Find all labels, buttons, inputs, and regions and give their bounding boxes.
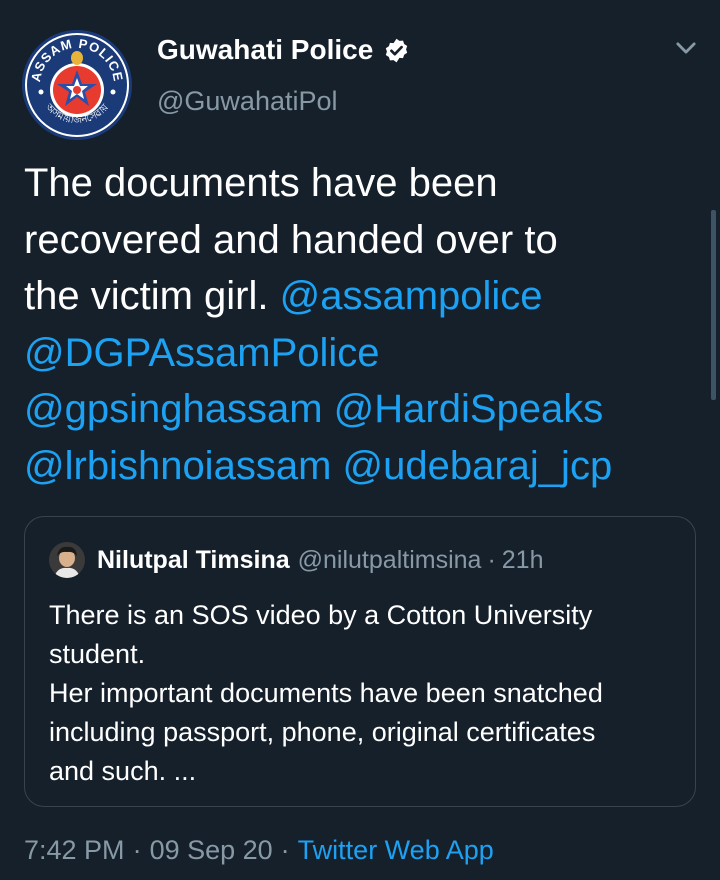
quoted-text-line: Her important documents have been snatch…: [49, 678, 603, 708]
scrollbar[interactable]: [711, 210, 716, 400]
author-handle[interactable]: @GuwahatiPol: [157, 86, 338, 117]
tweet-line: The documents have been: [24, 155, 704, 212]
mention-link[interactable]: @HardiSpeaks: [334, 387, 604, 431]
tweet-line: @gpsinghassam @HardiSpeaks: [24, 381, 704, 438]
quoted-text-line: There is an SOS video by a Cotton Univer…: [49, 600, 593, 630]
tweet-time[interactable]: 7:42 PM: [24, 835, 125, 866]
mention-link[interactable]: @udebaraj_jcp: [343, 444, 613, 488]
mention-link[interactable]: @lrbishnoiassam: [24, 444, 331, 488]
tweet-line: @DGPAssamPolice: [24, 325, 704, 382]
quoted-author-name[interactable]: Nilutpal Timsina: [97, 546, 290, 575]
quoted-tweet-header: Nilutpal Timsina @nilutpaltimsina · 21h: [49, 541, 543, 579]
mention-link[interactable]: @gpsinghassam: [24, 387, 323, 431]
mention-link[interactable]: @DGPAssamPolice: [24, 331, 380, 375]
tweet-date[interactable]: 09 Sep 20: [150, 835, 273, 866]
tweet-text-segment: The documents have been: [24, 161, 498, 205]
separator-dot: ·: [132, 834, 142, 865]
mention-link[interactable]: @assampolice: [280, 274, 543, 318]
assam-police-emblem-icon: ASSAM POLICE অসমীয়াজনসেৱায়: [22, 30, 132, 140]
verified-badge-icon: [383, 37, 410, 64]
tweet-text: The documents have been recovered and ha…: [24, 155, 704, 494]
quoted-tweet-time[interactable]: 21h: [502, 546, 544, 575]
tweet-line: recovered and handed over to: [24, 212, 704, 269]
quoted-text-line: student.: [49, 639, 146, 669]
author-name-row: Guwahati Police: [157, 32, 410, 68]
quoted-text-line: and such. ...: [49, 756, 197, 786]
tweet-text-segment: the victim girl.: [24, 274, 269, 318]
separator-dot: ·: [280, 834, 290, 865]
chevron-down-icon[interactable]: [672, 34, 700, 62]
quoted-tweet-card[interactable]: Nilutpal Timsina @nilutpaltimsina · 21h …: [24, 516, 696, 807]
tweet-text-segment: recovered and handed over to: [24, 217, 558, 262]
author-avatar[interactable]: ASSAM POLICE অসমীয়াজনসেৱায়: [22, 30, 132, 140]
tweet-line: the victim girl. @assampolice: [24, 268, 704, 325]
quoted-author-avatar: [49, 542, 85, 578]
separator-dot: ·: [487, 545, 496, 574]
tweet-meta: 7:42 PM · 09 Sep 20 · Twitter Web App: [24, 833, 494, 867]
quoted-text-line: including passport, phone, original cert…: [49, 717, 596, 747]
quoted-tweet-text: There is an SOS video by a Cotton Univer…: [49, 596, 679, 791]
tweet-line: @lrbishnoiassam @udebaraj_jcp: [24, 438, 704, 495]
quoted-author-handle[interactable]: @nilutpaltimsina: [298, 546, 482, 575]
author-display-name[interactable]: Guwahati Police: [157, 34, 373, 66]
tweet-source-link[interactable]: Twitter Web App: [298, 835, 494, 866]
